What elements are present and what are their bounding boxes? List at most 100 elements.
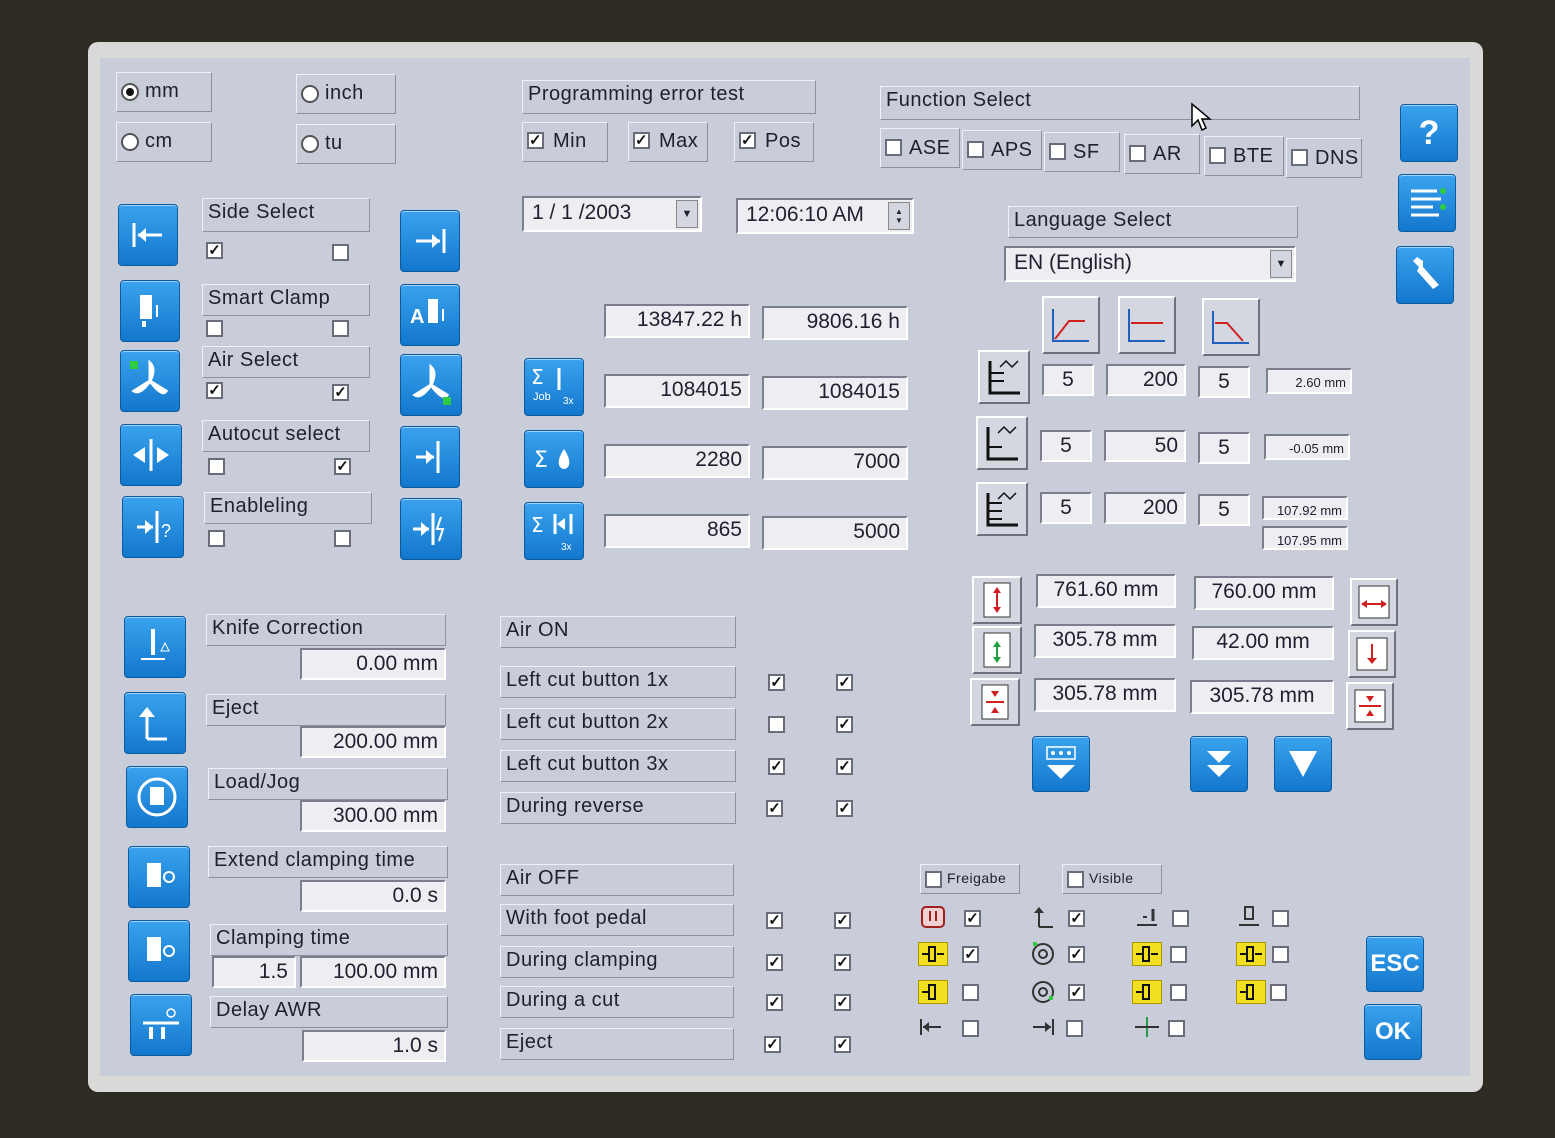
air-on-row-3-checkbox-b[interactable]: ✓	[836, 758, 853, 775]
clamping-time-button[interactable]	[128, 920, 190, 982]
grid-r4-c1-checkbox[interactable]	[962, 1020, 979, 1037]
ramp1-value-c[interactable]: 5	[1198, 366, 1250, 398]
dim-row3-right-button[interactable]	[1346, 682, 1394, 730]
ok-button[interactable]: OK	[1364, 1004, 1422, 1060]
clamping-time-value-1[interactable]: 1.5	[212, 956, 296, 988]
air-on-row-2-checkbox-a[interactable]	[768, 716, 785, 733]
ramp1-value-b[interactable]: 200	[1106, 364, 1186, 396]
list-menu-button[interactable]	[1398, 174, 1456, 232]
grid-r1-c1-checkbox[interactable]: ✓	[964, 910, 981, 927]
unit-mm-option[interactable]: mm	[116, 72, 212, 112]
clamping-time-value-2[interactable]: 100.00 mm	[300, 956, 446, 988]
air-off-row-2-checkbox-a[interactable]: ✓	[766, 954, 783, 971]
unit-cm-radio[interactable]	[121, 133, 139, 151]
dim1-value-a[interactable]: 761.60 mm	[1036, 574, 1176, 608]
job-counter-button[interactable]: Σ Job 3x	[524, 358, 584, 416]
min-checkbox[interactable]: ✓	[527, 132, 544, 149]
extend-clamping-value[interactable]: 0.0 s	[300, 880, 446, 912]
smart-clamp-right-button[interactable]: A	[400, 284, 460, 346]
grid-r3-c4-checkbox[interactable]	[1270, 984, 1287, 1001]
service-tools-button[interactable]	[1396, 246, 1454, 304]
sf-option[interactable]: SF	[1044, 132, 1120, 172]
ramp-row1-button[interactable]	[978, 350, 1030, 404]
unit-inch-option[interactable]: inch	[296, 74, 396, 114]
air-off-row-1-checkbox-b[interactable]: ✓	[834, 912, 851, 929]
air-off-row-1-checkbox-a[interactable]: ✓	[766, 912, 783, 929]
pos-checkbox[interactable]: ✓	[739, 132, 756, 149]
air-on-row-4-checkbox-b[interactable]: ✓	[836, 800, 853, 817]
lube-counter-button[interactable]: Σ	[524, 430, 584, 488]
ar-checkbox[interactable]	[1129, 145, 1146, 162]
air-off-row-4-checkbox-b[interactable]: ✓	[834, 1036, 851, 1053]
ramp2-value-a[interactable]: 5	[1040, 430, 1092, 462]
grid-r1-c4-checkbox[interactable]	[1272, 910, 1289, 927]
spinner-arrows-icon[interactable]: ▲ ▼	[888, 202, 910, 230]
load-jog-button[interactable]	[126, 766, 188, 828]
load-jog-value[interactable]: 300.00 mm	[300, 800, 446, 832]
ramp-row2-button[interactable]	[976, 416, 1028, 470]
unit-inch-radio[interactable]	[301, 85, 319, 103]
ase-checkbox[interactable]	[885, 139, 902, 156]
esc-button[interactable]: ESC	[1366, 936, 1424, 992]
ase-option[interactable]: ASE	[880, 128, 960, 168]
dim3-value-b[interactable]: 305.78 mm	[1190, 680, 1334, 714]
pos-option[interactable]: ✓ Pos	[734, 122, 814, 162]
enabling-right-checkbox[interactable]	[334, 530, 351, 547]
ramp-accel-button[interactable]	[1042, 296, 1100, 354]
air-select-right-button[interactable]	[400, 354, 462, 416]
ramp2-value-c[interactable]: 5	[1198, 432, 1250, 464]
ramp1-value-a[interactable]: 5	[1042, 364, 1094, 396]
page-down-button[interactable]	[1032, 736, 1090, 792]
air-on-row-2-checkbox-b[interactable]: ✓	[836, 716, 853, 733]
knife-correction-value[interactable]: 0.00 mm	[300, 648, 446, 680]
dim-row1-left-button[interactable]	[972, 576, 1022, 624]
side-select-right-button[interactable]	[400, 210, 460, 272]
visible-option[interactable]: Visible	[1062, 864, 1162, 894]
aps-option[interactable]: APS	[962, 130, 1042, 170]
grid-r3-c3-checkbox[interactable]	[1170, 984, 1187, 1001]
air-select-left-button[interactable]	[120, 350, 180, 412]
unit-mm-radio[interactable]	[121, 83, 139, 101]
dim-row2-right-button[interactable]	[1348, 630, 1396, 678]
autocut-right-button[interactable]	[400, 426, 460, 488]
ramp-row3-button[interactable]	[976, 482, 1028, 536]
eject-value[interactable]: 200.00 mm	[300, 726, 446, 758]
air-off-row-2-checkbox-b[interactable]: ✓	[834, 954, 851, 971]
eject-button[interactable]	[124, 692, 186, 754]
grid-r2-c1-checkbox[interactable]: ✓	[962, 946, 979, 963]
double-down-button[interactable]	[1190, 736, 1248, 792]
grid-r4-c3-checkbox[interactable]	[1168, 1020, 1185, 1037]
air-off-row-3-checkbox-a[interactable]: ✓	[766, 994, 783, 1011]
grid-r2-c2-checkbox[interactable]: ✓	[1068, 946, 1085, 963]
grid-r1-c2-checkbox[interactable]: ✓	[1068, 910, 1085, 927]
enabling-left-button[interactable]: ?	[122, 496, 184, 558]
time-spinner[interactable]: 12:06:10 AM ▲ ▼	[736, 198, 914, 234]
ramp2-value-b[interactable]: 50	[1104, 430, 1186, 462]
air-on-row-4-checkbox-a[interactable]: ✓	[766, 800, 783, 817]
grid-r4-c2-checkbox[interactable]	[1066, 1020, 1083, 1037]
dns-checkbox[interactable]	[1291, 149, 1308, 166]
grid-r1-c3-checkbox[interactable]	[1172, 910, 1189, 927]
dim-row1-right-button[interactable]	[1350, 578, 1398, 626]
ramp-constant-button[interactable]	[1118, 296, 1176, 354]
side-select-left-button[interactable]	[118, 204, 178, 266]
delay-awr-button[interactable]	[130, 994, 192, 1056]
air-on-row-3-checkbox-a[interactable]: ✓	[768, 758, 785, 775]
dim2-value-b[interactable]: 42.00 mm	[1192, 626, 1334, 660]
language-dropdown[interactable]: EN (English) ▼	[1004, 246, 1296, 282]
ramp-decel-button[interactable]	[1202, 298, 1260, 356]
aps-checkbox[interactable]	[967, 141, 984, 158]
sf-checkbox[interactable]	[1049, 143, 1066, 160]
unit-tu-option[interactable]: tu	[296, 124, 396, 164]
autocut-left-checkbox[interactable]	[208, 458, 225, 475]
air-select-right-checkbox[interactable]: ✓	[332, 384, 349, 401]
dim-row2-left-button[interactable]	[972, 626, 1022, 674]
ramp3-value-c[interactable]: 5	[1198, 494, 1250, 526]
min-option[interactable]: ✓ Min	[522, 122, 608, 162]
help-button[interactable]: ?	[1400, 104, 1458, 162]
ramp3-value-b[interactable]: 200	[1104, 492, 1186, 524]
max-checkbox[interactable]: ✓	[633, 132, 650, 149]
extend-clamping-button[interactable]	[128, 846, 190, 908]
knife-correction-button[interactable]	[124, 616, 186, 678]
dropdown-arrow-icon[interactable]: ▼	[1270, 250, 1292, 278]
